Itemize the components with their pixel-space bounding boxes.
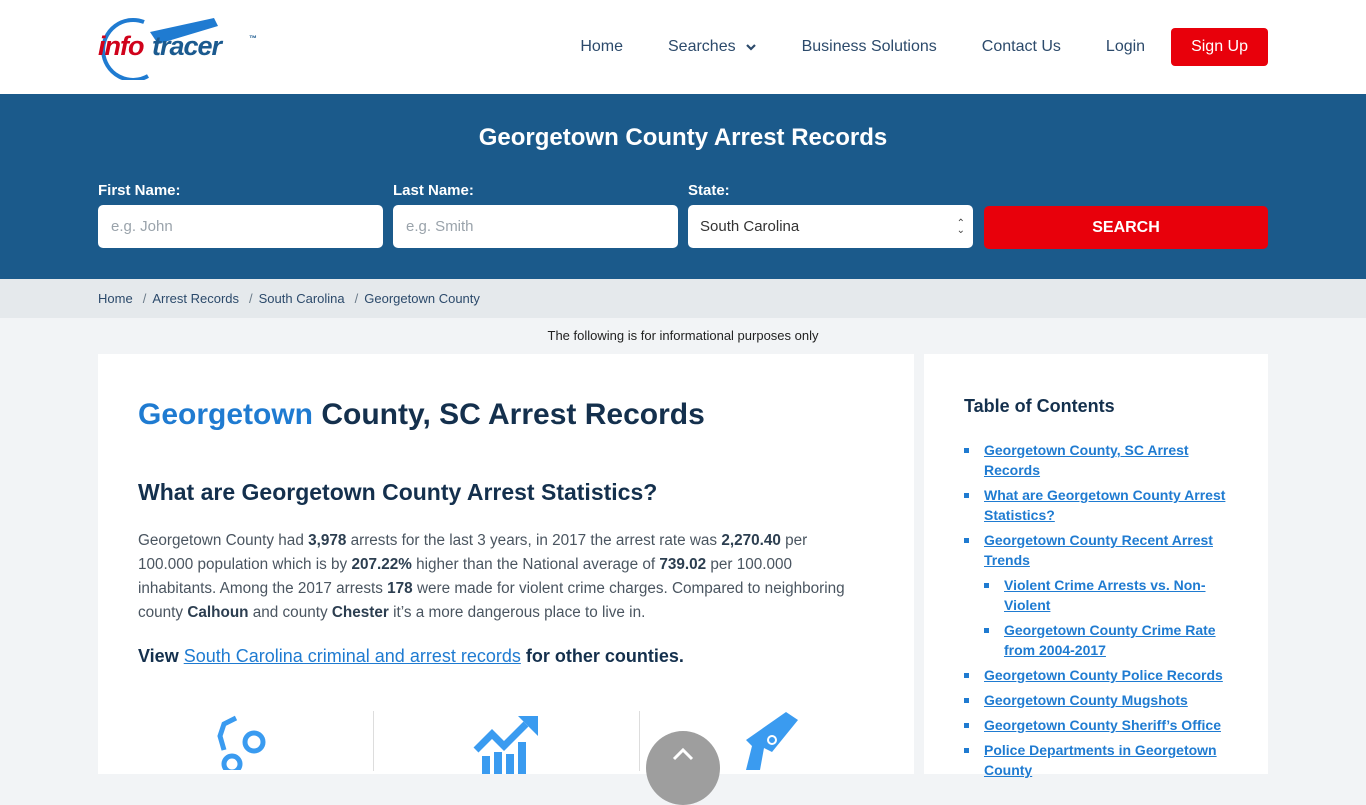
first-name-input[interactable]: [98, 205, 383, 248]
view-other-counties: View South Carolina criminal and arrest …: [138, 646, 684, 667]
toc-link[interactable]: What are Georgetown County Arrest Statis…: [984, 487, 1225, 523]
logo-text-tracer: tracer: [152, 31, 222, 61]
last-name-field: Last Name:: [393, 182, 678, 248]
toc-item: Georgetown County Police Records: [964, 665, 1234, 685]
site-header: info tracer ™ Home Searches Business Sol…: [0, 0, 1366, 94]
breadcrumb-separator: /: [142, 291, 147, 306]
last-name-label: Last Name:: [393, 182, 474, 199]
breadcrumb-home[interactable]: Home: [98, 291, 133, 306]
toc-link[interactable]: Georgetown County Sheriff’s Office: [984, 717, 1221, 733]
text: and county: [248, 604, 332, 621]
gun-icon: [746, 712, 798, 770]
select-updown-icon: ⌃ ⌄: [956, 217, 965, 236]
toc-list: Georgetown County, SC Arrest Records Wha…: [964, 440, 1234, 785]
toc-link[interactable]: Georgetown County Police Records: [984, 667, 1223, 683]
state-label: State:: [688, 182, 730, 199]
banner-title: Georgetown County Arrest Records: [478, 124, 888, 151]
breadcrumb-south-carolina[interactable]: South Carolina: [259, 291, 345, 306]
page-title: Georgetown County, SC Arrest Records: [138, 398, 705, 432]
breadcrumb: Home / Arrest Records / South Carolina /…: [0, 279, 1366, 318]
table-of-contents: Table of Contents Georgetown County, SC …: [924, 354, 1268, 778]
arrest-count: 3,978: [308, 532, 347, 549]
toc-title: Table of Contents: [964, 396, 1115, 416]
toc-item: Police Departments in Georgetown County: [964, 740, 1234, 780]
toc-link[interactable]: Violent Crime Arrests vs. Non-Violent: [1004, 577, 1206, 613]
state-select-value: South Carolina: [700, 218, 800, 235]
nav-login[interactable]: Login: [1106, 38, 1145, 56]
scroll-to-top-button[interactable]: [646, 731, 720, 805]
percent-higher: 207.22%: [351, 556, 412, 573]
info-note: The following is for informational purpo…: [547, 328, 819, 343]
text: it’s a more dangerous place to live in.: [388, 604, 646, 621]
state-records-link[interactable]: South Carolina criminal and arrest recor…: [184, 646, 521, 666]
logo-text-info: info: [98, 31, 144, 61]
logo-trademark: ™: [249, 34, 257, 43]
statistics-heading: What are Georgetown County Arrest Statis…: [138, 479, 658, 505]
toc-item: What are Georgetown County Arrest Statis…: [964, 485, 1234, 525]
breadcrumb-separator: /: [249, 291, 253, 306]
nav-business-solutions[interactable]: Business Solutions: [802, 38, 937, 56]
neighbor-county-1: Calhoun: [187, 604, 249, 621]
nav-searches[interactable]: Searches: [668, 38, 757, 56]
text: arrests for the last 3 years, in 2017 th…: [346, 532, 722, 549]
first-name-label: First Name:: [98, 182, 181, 199]
toc-link[interactable]: Georgetown County Mugshots: [984, 692, 1188, 708]
chevron-down-icon: [745, 44, 756, 51]
toc-link[interactable]: Georgetown County Crime Rate from 2004-2…: [1004, 622, 1216, 658]
stat-divider: [639, 711, 640, 771]
text: View: [138, 646, 184, 666]
violent-arrests: 178: [387, 580, 413, 597]
nav-searches-label: Searches: [668, 38, 736, 55]
toc-item: Georgetown County Mugshots: [964, 690, 1234, 710]
infotracer-logo[interactable]: info tracer ™: [98, 14, 263, 80]
neighbor-county-2: Chester: [331, 604, 389, 621]
nav-home[interactable]: Home: [580, 38, 623, 56]
page-title-highlight: Georgetown: [138, 398, 314, 431]
main-nav: Home Searches Business Solutions Contact…: [580, 28, 1268, 66]
toc-link[interactable]: Georgetown County Recent Arrest Trends: [984, 532, 1213, 568]
text: Georgetown County had: [138, 532, 309, 549]
toc-link[interactable]: Georgetown County, SC Arrest Records: [984, 442, 1189, 478]
search-banner: Georgetown County Arrest Records First N…: [0, 94, 1366, 279]
toc-item: Georgetown County, SC Arrest Records: [964, 440, 1234, 480]
handcuffs-icon: [217, 715, 266, 770]
signup-button[interactable]: Sign Up: [1171, 28, 1268, 66]
statistics-paragraph: Georgetown County had 3,978 arrests for …: [138, 529, 858, 625]
national-average: 739.02: [659, 556, 707, 573]
text: higher than the National average of: [411, 556, 660, 573]
toc-link[interactable]: Police Departments in Georgetown County: [984, 742, 1217, 778]
toc-subitem: Violent Crime Arrests vs. Non-Violent: [984, 575, 1234, 615]
breadcrumb-current: Georgetown County: [364, 291, 480, 306]
state-select[interactable]: South Carolina ⌃ ⌄: [688, 205, 973, 248]
search-button[interactable]: SEARCH: [984, 206, 1268, 249]
last-name-input[interactable]: [393, 205, 678, 248]
first-name-field: First Name:: [98, 182, 383, 248]
state-field: State: South Carolina ⌃ ⌄: [688, 182, 973, 248]
arrest-rate: 2,270.40: [721, 532, 781, 549]
stat-divider: [373, 711, 374, 771]
page-title-rest: County, SC Arrest Records: [313, 398, 705, 431]
chevron-up-icon: [672, 747, 694, 761]
breadcrumb-arrest-records[interactable]: Arrest Records: [152, 291, 239, 306]
toc-subitem: Georgetown County Crime Rate from 2004-2…: [984, 620, 1234, 660]
text: for other counties.: [520, 646, 684, 666]
nav-contact-us[interactable]: Contact Us: [982, 38, 1061, 56]
main-content: Georgetown County, SC Arrest Records Wha…: [98, 354, 914, 774]
toc-item: Georgetown County Recent Arrest Trends: [964, 530, 1234, 570]
toc-item: Georgetown County Sheriff’s Office: [964, 715, 1234, 735]
trending-up-chart-icon: [473, 716, 538, 774]
breadcrumb-separator: /: [354, 291, 359, 306]
